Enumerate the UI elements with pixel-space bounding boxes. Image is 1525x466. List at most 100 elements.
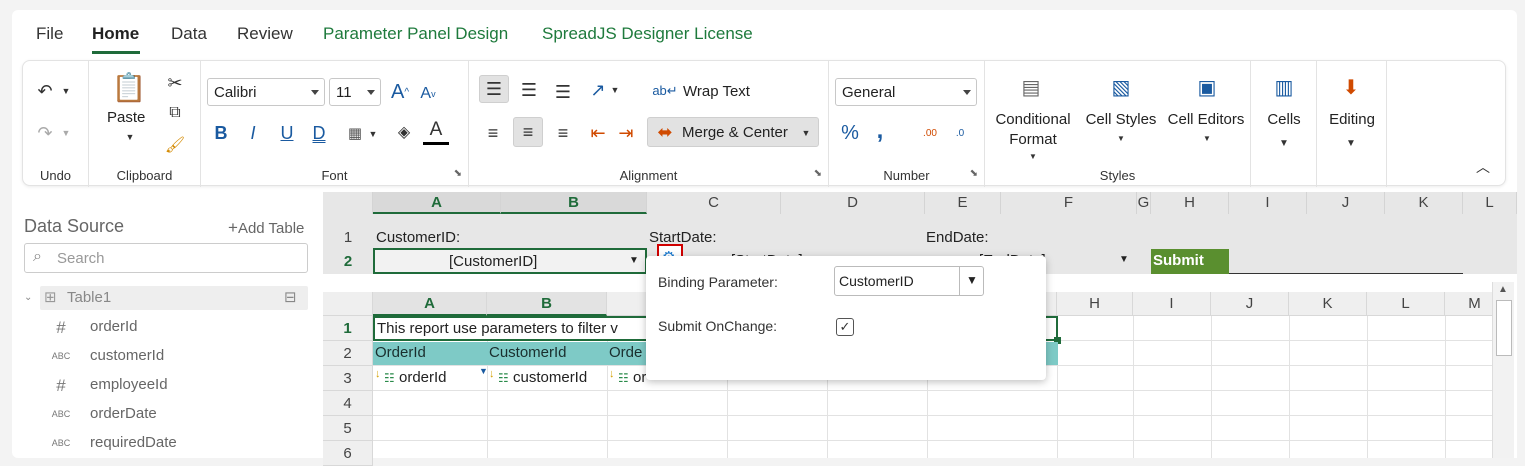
row-header[interactable]: 6 (323, 441, 373, 466)
column-header[interactable]: H (1151, 192, 1229, 214)
number-format-select[interactable]: General (835, 78, 977, 106)
borders-dropdown-icon[interactable]: ▼ (367, 125, 379, 143)
decrease-font-icon[interactable]: Av (415, 81, 441, 107)
paste-label[interactable]: Paste (107, 109, 145, 126)
align-left-icon[interactable]: ≡ (479, 119, 507, 147)
italic-button[interactable]: I (241, 121, 265, 145)
row-header[interactable]: 2 (323, 250, 373, 274)
increase-indent-icon[interactable]: ⇥ (613, 119, 639, 147)
column-header[interactable]: H (1057, 292, 1133, 316)
column-header[interactable]: I (1229, 192, 1307, 214)
font-color-button[interactable]: A (423, 117, 449, 145)
scrollbar-thumb[interactable] (1496, 300, 1512, 356)
orientation-dropdown-icon[interactable]: ▼ (609, 83, 621, 97)
binding-cell[interactable]: or (633, 369, 646, 386)
editing-group[interactable]: ⬇ Editing ▼ (1317, 61, 1387, 187)
styles-group-label: Styles (1099, 168, 1136, 183)
align-center-icon[interactable]: ≡ (513, 117, 543, 147)
row-header[interactable]: 1 (323, 316, 373, 341)
column-header[interactable]: D (781, 192, 925, 214)
comma-button[interactable]: , (869, 117, 891, 145)
collapse-ribbon-icon[interactable]: ︿ (1473, 157, 1493, 177)
column-header[interactable]: G (1137, 192, 1151, 214)
cut-icon[interactable]: ✂ (163, 71, 187, 95)
table-header-cell[interactable]: CustomerId (489, 344, 567, 361)
font-size-select[interactable]: 11 (329, 78, 381, 106)
column-header[interactable]: B (487, 292, 607, 316)
underline-button[interactable]: U (275, 121, 299, 145)
fill-color-icon[interactable]: ◈ (391, 119, 417, 145)
corner-cell[interactable] (323, 292, 373, 316)
column-header[interactable]: K (1385, 192, 1463, 214)
table-preview-icon[interactable]: ⊟ (284, 288, 297, 306)
tab-designer-license[interactable]: SpreadJS Designer License (542, 24, 753, 44)
binding-cell[interactable]: orderId (399, 369, 447, 386)
add-table-button[interactable]: +Add Table (228, 218, 304, 238)
conditional-format-button[interactable]: ▤ Conditional Format ▼ (985, 69, 1077, 161)
wrap-text-icon[interactable]: ab↵ (652, 79, 677, 103)
column-header[interactable]: B (501, 192, 647, 214)
cell-editors-button[interactable]: ▣ Cell Editors ▼ (1163, 69, 1249, 159)
double-underline-button[interactable]: D (307, 121, 331, 145)
tab-review[interactable]: Review (237, 24, 293, 44)
align-top-icon[interactable]: ☰ (479, 75, 509, 103)
column-header[interactable]: F (1001, 192, 1137, 214)
column-header[interactable]: J (1307, 192, 1385, 214)
copy-icon[interactable]: ⧉ (163, 101, 187, 125)
column-header[interactable]: L (1463, 192, 1517, 214)
font-name-select[interactable]: Calibri (207, 78, 325, 106)
redo-icon[interactable]: ↷ (33, 121, 57, 145)
row-header[interactable]: 3 (323, 366, 373, 391)
column-header[interactable]: E (925, 192, 1001, 214)
row-header[interactable]: 5 (323, 416, 373, 441)
increase-font-icon[interactable]: A ^ (387, 79, 413, 105)
binding-cell[interactable]: customerId (513, 369, 587, 386)
column-header[interactable]: A (373, 192, 501, 214)
column-header[interactable]: J (1211, 292, 1289, 316)
orientation-icon[interactable]: ↗ (585, 77, 611, 103)
column-header[interactable]: A (373, 292, 487, 316)
cells-group[interactable]: ▥ Cells ▼ (1251, 61, 1317, 187)
undo-icon[interactable]: ↶ (33, 79, 57, 103)
row-header[interactable]: 4 (323, 391, 373, 416)
decrease-decimal-icon[interactable]: .0 (947, 119, 973, 147)
row-header[interactable]: 1 (323, 226, 373, 250)
customer-id-select[interactable]: [CustomerID] ▼ (373, 248, 647, 274)
paste-dropdown-icon[interactable]: ▼ (123, 131, 137, 143)
align-right-icon[interactable]: ≡ (549, 119, 577, 147)
search-input[interactable]: ⌕ Search (24, 243, 308, 273)
binding-parameter-select[interactable]: CustomerID ▼ (834, 266, 984, 296)
column-header[interactable]: L (1367, 292, 1445, 316)
increase-decimal-icon[interactable]: .00 (917, 119, 943, 147)
tab-parameter-panel-design[interactable]: Parameter Panel Design (323, 24, 508, 44)
decrease-indent-icon[interactable]: ⇤ (585, 119, 611, 147)
column-header[interactable]: K (1289, 292, 1367, 316)
align-bottom-icon[interactable]: ☰ (549, 79, 577, 105)
tab-data[interactable]: Data (171, 24, 207, 44)
submit-onchange-checkbox[interactable]: ✓ (836, 318, 854, 336)
format-painter-icon[interactable]: 🖌 (163, 133, 187, 157)
paste-icon[interactable]: 📋 (111, 69, 147, 105)
percent-button[interactable]: % (837, 119, 863, 147)
cell-styles-button[interactable]: ▧ Cell Styles ▼ (1081, 69, 1161, 159)
redo-dropdown-icon[interactable]: ▼ (59, 123, 73, 143)
borders-icon[interactable]: ▦ (343, 121, 367, 145)
column-header[interactable]: I (1133, 292, 1211, 316)
vertical-scrollbar[interactable]: ▲ (1492, 282, 1514, 458)
corner-cell[interactable] (323, 192, 373, 214)
align-middle-icon[interactable]: ☰ (515, 77, 543, 103)
bold-button[interactable]: B (209, 121, 233, 145)
scroll-up-icon[interactable]: ▲ (1498, 284, 1508, 295)
merge-center-button[interactable]: ⬌ Merge & Center ▼ (647, 117, 819, 147)
table-header-cell[interactable]: OrderId (375, 344, 426, 361)
column-header[interactable]: C (647, 192, 781, 214)
submit-button[interactable]: Submit (1151, 249, 1229, 274)
undo-dropdown-icon[interactable]: ▼ (59, 81, 73, 101)
tab-home[interactable]: Home (92, 24, 139, 44)
row-header[interactable]: 2 (323, 341, 373, 366)
tab-file[interactable]: File (36, 24, 63, 44)
table-tree-item[interactable]: ⊞ Table1 ⊟ (40, 286, 308, 310)
table-header-cell[interactable]: Orde (609, 344, 642, 361)
chevron-down-icon[interactable]: ⌄ (24, 292, 32, 303)
wrap-text-label[interactable]: Wrap Text (683, 83, 750, 100)
